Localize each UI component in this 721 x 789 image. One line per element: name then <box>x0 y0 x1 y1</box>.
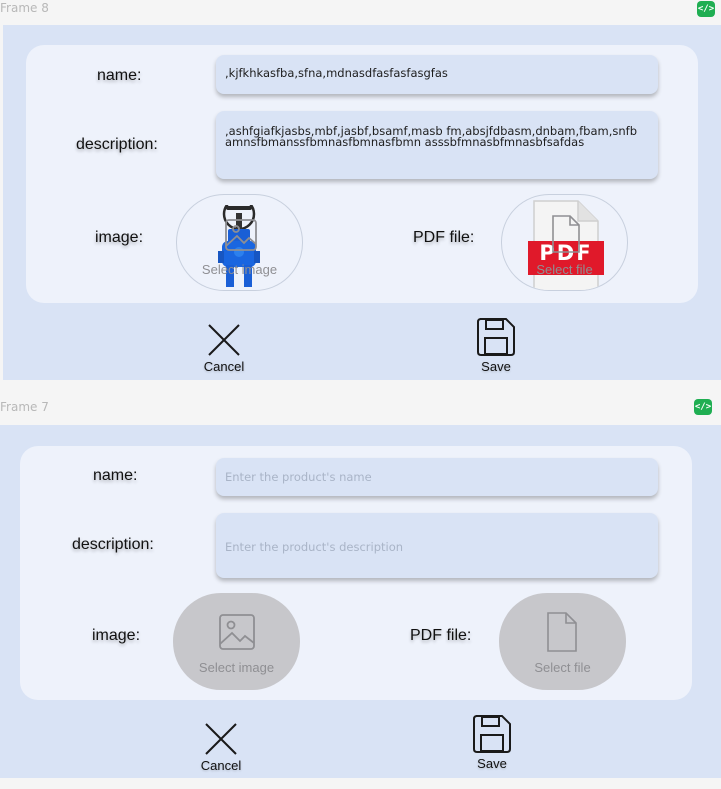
pdf-file-label: PDF file: <box>410 627 472 644</box>
cancel-label: Cancel <box>203 359 245 374</box>
select-file-label: Select file <box>534 660 591 675</box>
image-placeholder-icon <box>225 219 257 251</box>
name-label: name: <box>97 67 142 84</box>
select-file-button[interactable]: PDF Select file <box>501 194 628 291</box>
code-icon[interactable]: </> <box>697 1 715 17</box>
description-label: description: <box>72 536 154 553</box>
save-button[interactable]: Save <box>452 714 532 771</box>
select-image-button[interactable]: Select image <box>176 194 303 291</box>
cancel-button[interactable]: Cancel <box>181 722 261 773</box>
name-placeholder: Enter the product's name <box>225 470 372 484</box>
save-icon <box>473 715 511 753</box>
select-file-button[interactable]: Select file <box>499 593 626 690</box>
select-image-button[interactable]: Select image <box>173 593 300 690</box>
product-form-card: name: ,kjfkhkasfba,sfna,mdnasdfasfasfasg… <box>26 45 698 303</box>
name-value: ,kjfkhkasfba,sfna,mdnasdfasfasfasgfas <box>225 66 448 80</box>
file-icon <box>547 612 577 652</box>
frame-7-label: Frame 7 <box>0 400 49 414</box>
name-label: name: <box>93 467 138 484</box>
image-label: image: <box>95 229 144 246</box>
product-form-card: name: Enter the product's name descripti… <box>20 446 692 700</box>
name-input[interactable]: Enter the product's name <box>216 458 658 496</box>
description-label: description: <box>76 136 158 153</box>
file-placeholder-icon <box>552 215 580 253</box>
code-icon[interactable]: </> <box>694 399 712 415</box>
description-input[interactable]: Enter the product's description <box>216 513 658 578</box>
image-icon <box>219 614 255 650</box>
save-button[interactable]: Save <box>456 317 536 374</box>
description-placeholder: Enter the product's description <box>225 540 404 554</box>
frame-8: name: ,kjfkhkasfba,sfna,mdnasdfasfasfasg… <box>3 25 721 380</box>
cancel-button[interactable]: Cancel <box>184 323 264 374</box>
close-icon <box>208 324 240 356</box>
save-label: Save <box>477 756 507 771</box>
select-file-label: Select file <box>536 262 593 277</box>
frame-7: name: Enter the product's name descripti… <box>0 425 721 778</box>
select-image-label: Select image <box>198 660 275 675</box>
name-input[interactable]: ,kjfkhkasfba,sfna,mdnasdfasfasfasgfas <box>216 55 658 94</box>
description-input[interactable]: ,ashfgiafkjasbs,mbf,jasbf,bsamf,masb fm,… <box>216 111 658 179</box>
cancel-label: Cancel <box>200 758 242 773</box>
frame-8-label: Frame 8 <box>0 1 49 15</box>
save-icon <box>477 318 515 356</box>
pdf-file-label: PDF file: <box>413 229 475 246</box>
save-label: Save <box>481 359 511 374</box>
image-label: image: <box>92 627 141 644</box>
select-image-label: Select image <box>201 262 278 277</box>
description-value: ,ashfgiafkjasbs,mbf,jasbf,bsamf,masb fm,… <box>225 124 638 149</box>
close-icon <box>205 723 237 755</box>
